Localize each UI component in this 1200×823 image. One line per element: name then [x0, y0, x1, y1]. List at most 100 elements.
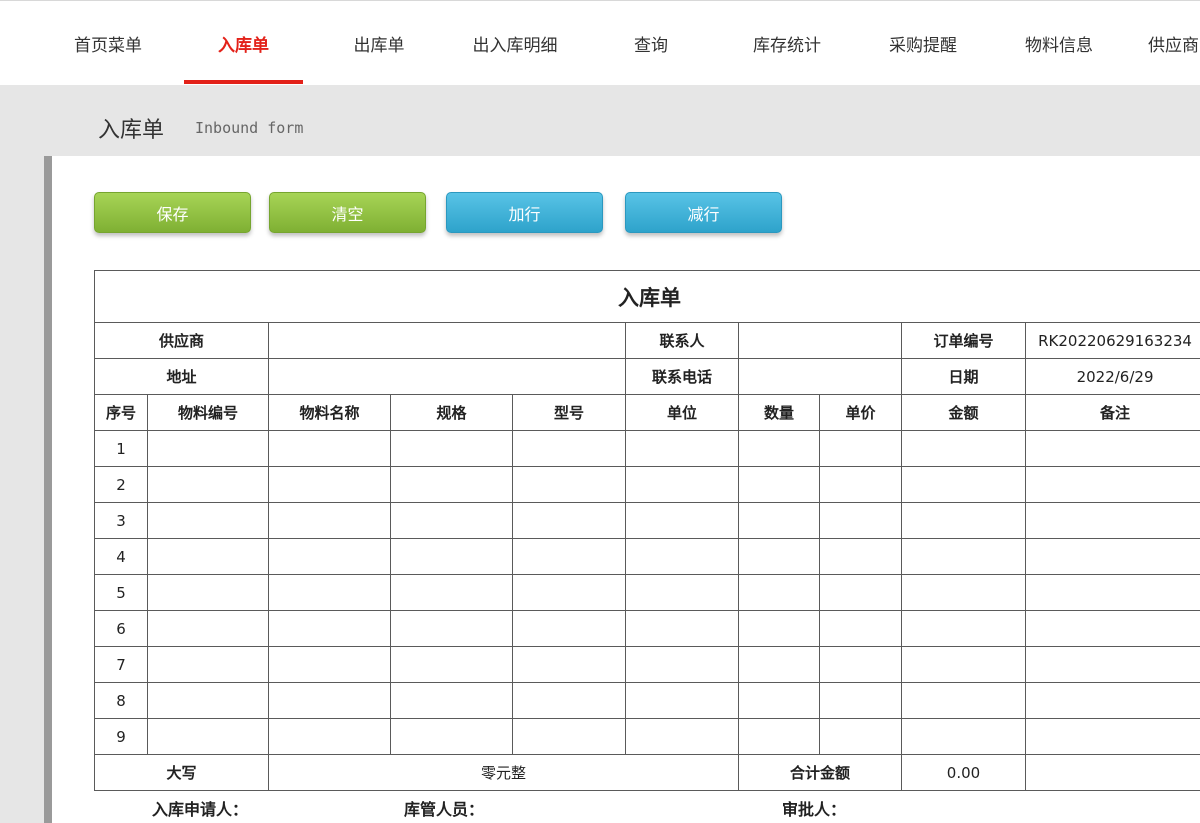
quantity-cell[interactable] [738, 574, 820, 611]
material-name-cell[interactable] [268, 574, 391, 611]
unit-cell[interactable] [625, 718, 739, 755]
remark-cell[interactable] [1024, 538, 1200, 575]
model-cell[interactable] [512, 538, 626, 575]
amount-cell[interactable] [901, 538, 1026, 575]
spec-cell[interactable] [390, 718, 513, 755]
material-code-cell[interactable] [147, 466, 269, 503]
unit-cell[interactable] [625, 682, 739, 719]
save-button[interactable]: 保存 [94, 192, 251, 233]
model-cell[interactable] [512, 466, 626, 503]
material-code-cell[interactable] [147, 646, 269, 683]
material-name-cell[interactable] [268, 538, 391, 575]
material-code-cell[interactable] [147, 502, 269, 539]
material-code-cell[interactable] [147, 538, 269, 575]
amount-cell[interactable] [901, 682, 1026, 719]
unit-price-cell[interactable] [819, 682, 902, 719]
material-code-cell[interactable] [147, 610, 269, 647]
nav-inout-details[interactable]: 出入库明细 [460, 1, 570, 86]
remark-cell[interactable] [1024, 646, 1200, 683]
unit-price-cell[interactable] [819, 574, 902, 611]
remark-cell[interactable] [1024, 502, 1200, 539]
unit-cell[interactable] [625, 430, 739, 467]
phone-field[interactable] [738, 358, 902, 395]
amount-cell[interactable] [901, 430, 1026, 467]
spec-cell[interactable] [390, 646, 513, 683]
unit-price-cell[interactable] [819, 610, 902, 647]
unit-cell[interactable] [625, 574, 739, 611]
unit-cell[interactable] [625, 610, 739, 647]
material-code-cell[interactable] [147, 682, 269, 719]
quantity-cell[interactable] [738, 610, 820, 647]
unit-cell[interactable] [625, 646, 739, 683]
date-value[interactable]: 2022/6/29 [1024, 358, 1200, 395]
material-code-cell[interactable] [147, 574, 269, 611]
spec-cell[interactable] [390, 502, 513, 539]
clear-button[interactable]: 清空 [269, 192, 426, 233]
spec-cell[interactable] [390, 538, 513, 575]
nav-home-menu[interactable]: 首页菜单 [62, 1, 154, 86]
unit-price-cell[interactable] [819, 502, 902, 539]
material-name-cell[interactable] [268, 682, 391, 719]
quantity-cell[interactable] [738, 538, 820, 575]
material-name-cell[interactable] [268, 718, 391, 755]
nav-supplier[interactable]: 供应商 [1148, 1, 1200, 86]
model-cell[interactable] [512, 682, 626, 719]
nav-material-info[interactable]: 物料信息 [1012, 1, 1106, 86]
unit-price-cell[interactable] [819, 646, 902, 683]
spec-cell[interactable] [390, 682, 513, 719]
nav-inventory-stats[interactable]: 库存统计 [740, 1, 834, 86]
amount-cell[interactable] [901, 574, 1026, 611]
quantity-cell[interactable] [738, 682, 820, 719]
quantity-cell[interactable] [738, 502, 820, 539]
remark-cell[interactable] [1024, 574, 1200, 611]
amount-cell[interactable] [901, 646, 1026, 683]
supplier-field[interactable] [268, 322, 626, 359]
nav-outbound-form[interactable]: 出库单 [335, 1, 423, 86]
material-name-cell[interactable] [268, 610, 391, 647]
spec-cell[interactable] [390, 466, 513, 503]
address-field[interactable] [268, 358, 626, 395]
model-cell[interactable] [512, 502, 626, 539]
unit-price-cell[interactable] [819, 466, 902, 503]
amount-cell[interactable] [901, 466, 1026, 503]
unit-cell[interactable] [625, 538, 739, 575]
remove-row-button[interactable]: 减行 [625, 192, 782, 233]
spec-cell[interactable] [390, 430, 513, 467]
contact-field[interactable] [738, 322, 902, 359]
material-name-cell[interactable] [268, 646, 391, 683]
unit-price-cell[interactable] [819, 538, 902, 575]
material-name-cell[interactable] [268, 466, 391, 503]
material-name-cell[interactable] [268, 430, 391, 467]
model-cell[interactable] [512, 718, 626, 755]
amount-cell[interactable] [901, 610, 1026, 647]
nav-inbound-form[interactable]: 入库单 [184, 1, 303, 86]
add-row-button[interactable]: 加行 [446, 192, 603, 233]
unit-cell[interactable] [625, 466, 739, 503]
nav-purchase-reminder[interactable]: 采购提醒 [876, 1, 970, 86]
amount-cell[interactable] [901, 502, 1026, 539]
model-cell[interactable] [512, 430, 626, 467]
spec-cell[interactable] [390, 610, 513, 647]
material-code-cell[interactable] [147, 718, 269, 755]
unit-price-cell[interactable] [819, 718, 902, 755]
quantity-cell[interactable] [738, 646, 820, 683]
material-name-cell[interactable] [268, 502, 391, 539]
nav-query[interactable]: 查询 [621, 1, 681, 86]
unit-cell[interactable] [625, 502, 739, 539]
remark-cell[interactable] [1024, 466, 1200, 503]
unit-price-cell[interactable] [819, 430, 902, 467]
model-cell[interactable] [512, 610, 626, 647]
quantity-cell[interactable] [738, 466, 820, 503]
remark-cell[interactable] [1024, 610, 1200, 647]
model-cell[interactable] [512, 574, 626, 611]
remark-cell[interactable] [1024, 718, 1200, 755]
spec-cell[interactable] [390, 574, 513, 611]
amount-cell[interactable] [901, 718, 1026, 755]
remark-cell[interactable] [1024, 682, 1200, 719]
model-cell[interactable] [512, 646, 626, 683]
remark-cell[interactable] [1024, 430, 1200, 467]
quantity-cell[interactable] [738, 430, 820, 467]
material-code-cell[interactable] [147, 430, 269, 467]
quantity-cell[interactable] [738, 718, 820, 755]
row-number: 4 [94, 538, 148, 575]
